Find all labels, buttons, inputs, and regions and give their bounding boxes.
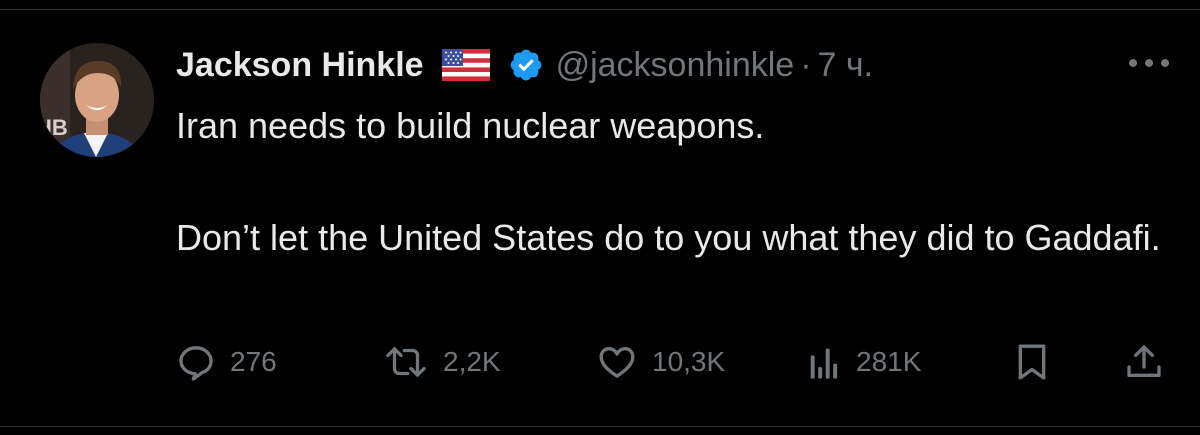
bottom-divider — [0, 426, 1200, 427]
retweet-count: 2,2K — [443, 346, 501, 377]
like-button[interactable]: 10,3K — [596, 336, 725, 388]
views-icon — [806, 342, 842, 382]
tweet-text-line: Iran needs to build nuclear weapons. — [176, 105, 765, 146]
bookmark-button[interactable] — [1012, 336, 1052, 388]
verified-badge-icon[interactable] — [508, 47, 544, 83]
reply-button[interactable]: 276 — [176, 336, 277, 388]
bookmark-icon — [1012, 341, 1052, 383]
reply-count: 276 — [230, 346, 277, 377]
action-bar: 276 2,2K 10,3K 281K — [176, 336, 1172, 388]
retweet-button[interactable]: 2,2K — [383, 336, 501, 388]
author-name[interactable]: Jackson Hinkle — [176, 46, 424, 85]
tweet-text: Iran needs to build nuclear weapons. Don… — [176, 98, 1176, 266]
tweet-header: Jackson Hinkle @jacksonhinkle · 7 ч. — [176, 40, 873, 90]
share-button[interactable] — [1124, 336, 1164, 388]
views-count: 281K — [856, 346, 922, 377]
avatar[interactable]: HB — [40, 43, 154, 157]
more-options-icon[interactable] — [1126, 56, 1172, 70]
tweet-timestamp[interactable]: 7 ч. — [818, 46, 874, 85]
share-icon — [1124, 341, 1164, 383]
avatar-logo-text: HB — [40, 115, 68, 140]
views-button[interactable]: 281K — [806, 336, 921, 388]
top-divider — [0, 9, 1200, 10]
author-handle[interactable]: @jacksonhinkle — [556, 46, 795, 85]
us-flag-icon — [441, 49, 490, 81]
tweet-text-line: Don’t let the United States do to you wh… — [176, 217, 1161, 258]
avatar-photo: HB — [40, 43, 154, 157]
retweet-icon — [383, 342, 429, 382]
like-count: 10,3K — [652, 346, 726, 377]
separator-dot: · — [800, 45, 812, 84]
like-icon — [596, 342, 638, 382]
reply-icon — [176, 342, 216, 382]
